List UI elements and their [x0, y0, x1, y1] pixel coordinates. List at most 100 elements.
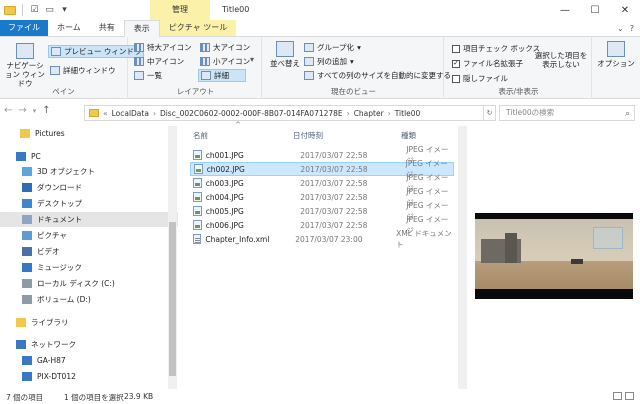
- details-pane-button[interactable]: 詳細ウィンドウ: [50, 65, 116, 76]
- nav-item-pictures-folder[interactable]: Pictures: [0, 126, 178, 141]
- jpeg-file-icon: [193, 192, 202, 202]
- search-icon: ⌕: [624, 109, 630, 119]
- nav-item-desktop[interactable]: デスクトップ: [0, 196, 178, 211]
- chevron-down-icon[interactable]: ⌄: [617, 24, 624, 33]
- status-size: 23.9 KB: [124, 392, 154, 401]
- checkbox-unchecked-icon[interactable]: [452, 74, 460, 83]
- nav-item-network[interactable]: ネットワーク: [0, 337, 178, 352]
- breadcrumb-separator-icon[interactable]: ›: [153, 109, 156, 118]
- nav-item-videos[interactable]: ビデオ: [0, 244, 178, 259]
- breadcrumb-overflow-icon[interactable]: «: [103, 109, 108, 118]
- nav-item-music[interactable]: ミュージック: [0, 260, 178, 275]
- navigation-pane-icon: [16, 43, 34, 59]
- add-column-icon: [304, 57, 314, 66]
- nav-item-pix-dt012[interactable]: PIX-DT012: [0, 369, 178, 384]
- nav-item-3d-objects[interactable]: 3D オブジェクト: [0, 164, 178, 179]
- hidden-items-toggle[interactable]: 隠しファイル: [452, 73, 508, 84]
- nav-item-volume-d[interactable]: ボリューム (D:): [0, 292, 178, 307]
- group-label-pane: ペイン: [52, 87, 75, 96]
- layout-more-chevron-icon[interactable]: ▾: [250, 55, 254, 64]
- options-button[interactable]: オプション: [596, 41, 636, 68]
- nav-item-local-disk[interactable]: ローカル ディスク (C:): [0, 276, 178, 291]
- nav-item-library[interactable]: ライブラリ: [0, 315, 178, 330]
- ribbon-group-show-hide: 項目チェック ボックス ✓ ファイル名拡張子 隠しファイル 選択した項目を 表示…: [446, 37, 592, 99]
- column-header-type[interactable]: 種類: [401, 130, 416, 144]
- status-selected: 1 個の項目を選択: [64, 393, 124, 402]
- context-tab-manage: 管理: [150, 0, 210, 20]
- navigation-pane-button[interactable]: ナビゲーション ウィンドウ: [4, 43, 46, 88]
- breadcrumb-separator-icon[interactable]: ›: [388, 109, 391, 118]
- ribbon-group-current-view: 並べ替え グループ化 ▾ 列の追加 ▾ すべての列のサイズを自動的に変更する 現…: [264, 37, 451, 99]
- search-placeholder: Title00の検索: [506, 108, 555, 117]
- nav-item-pc[interactable]: PC: [0, 149, 178, 164]
- group-label-layout: レイアウト: [176, 87, 215, 96]
- navigation-pane-scrollbar[interactable]: [168, 126, 177, 389]
- medium-icons-icon: [134, 57, 144, 66]
- chevron-down-icon[interactable]: ▾: [59, 5, 70, 16]
- computer-icon: [22, 356, 32, 365]
- details-view-button[interactable]: 詳細: [198, 69, 246, 82]
- forward-arrow-icon[interactable]: →: [18, 105, 26, 116]
- tab-share[interactable]: 共有: [90, 20, 124, 36]
- network-icon: [16, 340, 26, 349]
- tab-home[interactable]: ホーム: [48, 20, 90, 36]
- small-icons-button[interactable]: 小アイコン: [200, 56, 250, 67]
- properties-icon[interactable]: ☑: [29, 5, 40, 16]
- checkbox-checked-icon[interactable]: ✓: [452, 59, 460, 68]
- folder-icon: [4, 5, 16, 15]
- divider: [22, 4, 23, 16]
- view-toggle-buttons: [613, 392, 634, 400]
- extra-large-icons-button[interactable]: 特大アイコン: [134, 42, 192, 53]
- tab-picture-tools[interactable]: ピクチャ ツール: [159, 20, 237, 36]
- group-by-button[interactable]: グループ化 ▾: [304, 42, 361, 53]
- 3d-objects-icon: [22, 167, 32, 176]
- breadcrumb-localdata[interactable]: LocalData: [112, 109, 149, 118]
- help-icon[interactable]: ?: [630, 24, 634, 33]
- back-arrow-icon[interactable]: ←: [4, 105, 12, 116]
- fit-columns-button[interactable]: すべての列のサイズを自動的に変更する: [304, 70, 451, 81]
- documents-icon: [22, 215, 32, 224]
- up-arrow-icon[interactable]: ↑: [42, 105, 50, 116]
- breadcrumb-chapter[interactable]: Chapter: [354, 109, 384, 118]
- breadcrumb-disc[interactable]: Disc_002C0602-0002-000F-8B07-014FA071278…: [160, 109, 343, 118]
- column-header-name[interactable]: 名前: [193, 130, 208, 144]
- videos-icon: [22, 247, 32, 256]
- large-icons-view-icon[interactable]: [625, 392, 634, 400]
- tab-file[interactable]: ファイル: [0, 20, 48, 36]
- library-icon: [16, 318, 26, 327]
- nav-item-pictures[interactable]: ピクチャ: [0, 228, 178, 243]
- nav-item-ga-h87[interactable]: GA-H87: [0, 353, 178, 368]
- address-bar[interactable]: « LocalData › Disc_002C0602-0002-000F-8B…: [84, 105, 484, 121]
- xml-file-icon: [193, 234, 202, 244]
- large-icons-button[interactable]: 大アイコン: [200, 42, 250, 53]
- new-folder-icon[interactable]: ▭: [44, 5, 55, 16]
- minimize-button[interactable]: —: [550, 0, 580, 20]
- column-header-date[interactable]: 日付時刻: [293, 130, 323, 144]
- nav-item-documents[interactable]: ドキュメント: [0, 212, 178, 227]
- maximize-button[interactable]: ☐: [580, 0, 610, 20]
- breadcrumb-separator-icon[interactable]: ›: [347, 109, 350, 118]
- tab-view[interactable]: 表示: [123, 20, 160, 37]
- scrollbar-thumb[interactable]: [169, 222, 176, 376]
- file-row[interactable]: Chapter_Info.xml 2017/03/07 23:00 XML ドキ…: [190, 229, 454, 249]
- refresh-icon[interactable]: ↻: [484, 105, 496, 121]
- recent-chevron-down-icon[interactable]: ▾: [33, 107, 37, 115]
- search-input[interactable]: Title00の検索 ⌕: [499, 105, 635, 121]
- file-list-scrollbar[interactable]: [458, 126, 467, 389]
- close-button[interactable]: ✕: [610, 0, 640, 20]
- breadcrumb-title00[interactable]: Title00: [395, 109, 421, 118]
- group-label-show-hide: 表示/非表示: [498, 87, 539, 96]
- list-view-button[interactable]: 一覧: [134, 70, 162, 81]
- checkbox-unchecked-icon[interactable]: [452, 44, 460, 53]
- item-checkboxes-toggle[interactable]: 項目チェック ボックス: [452, 43, 540, 54]
- hide-selected-items-button[interactable]: 選択した項目を 表示しない: [534, 51, 588, 69]
- list-icon: [134, 71, 144, 80]
- preview-ground: [475, 261, 633, 289]
- file-extensions-toggle[interactable]: ✓ ファイル名拡張子: [452, 58, 523, 69]
- nav-item-downloads[interactable]: ダウンロード: [0, 180, 178, 195]
- details-view-icon[interactable]: [613, 392, 622, 400]
- add-column-button[interactable]: 列の追加 ▾: [304, 56, 354, 67]
- medium-icons-button[interactable]: 中アイコン: [134, 56, 184, 67]
- group-by-icon: [304, 43, 314, 52]
- sort-by-button[interactable]: 並べ替え: [268, 41, 302, 68]
